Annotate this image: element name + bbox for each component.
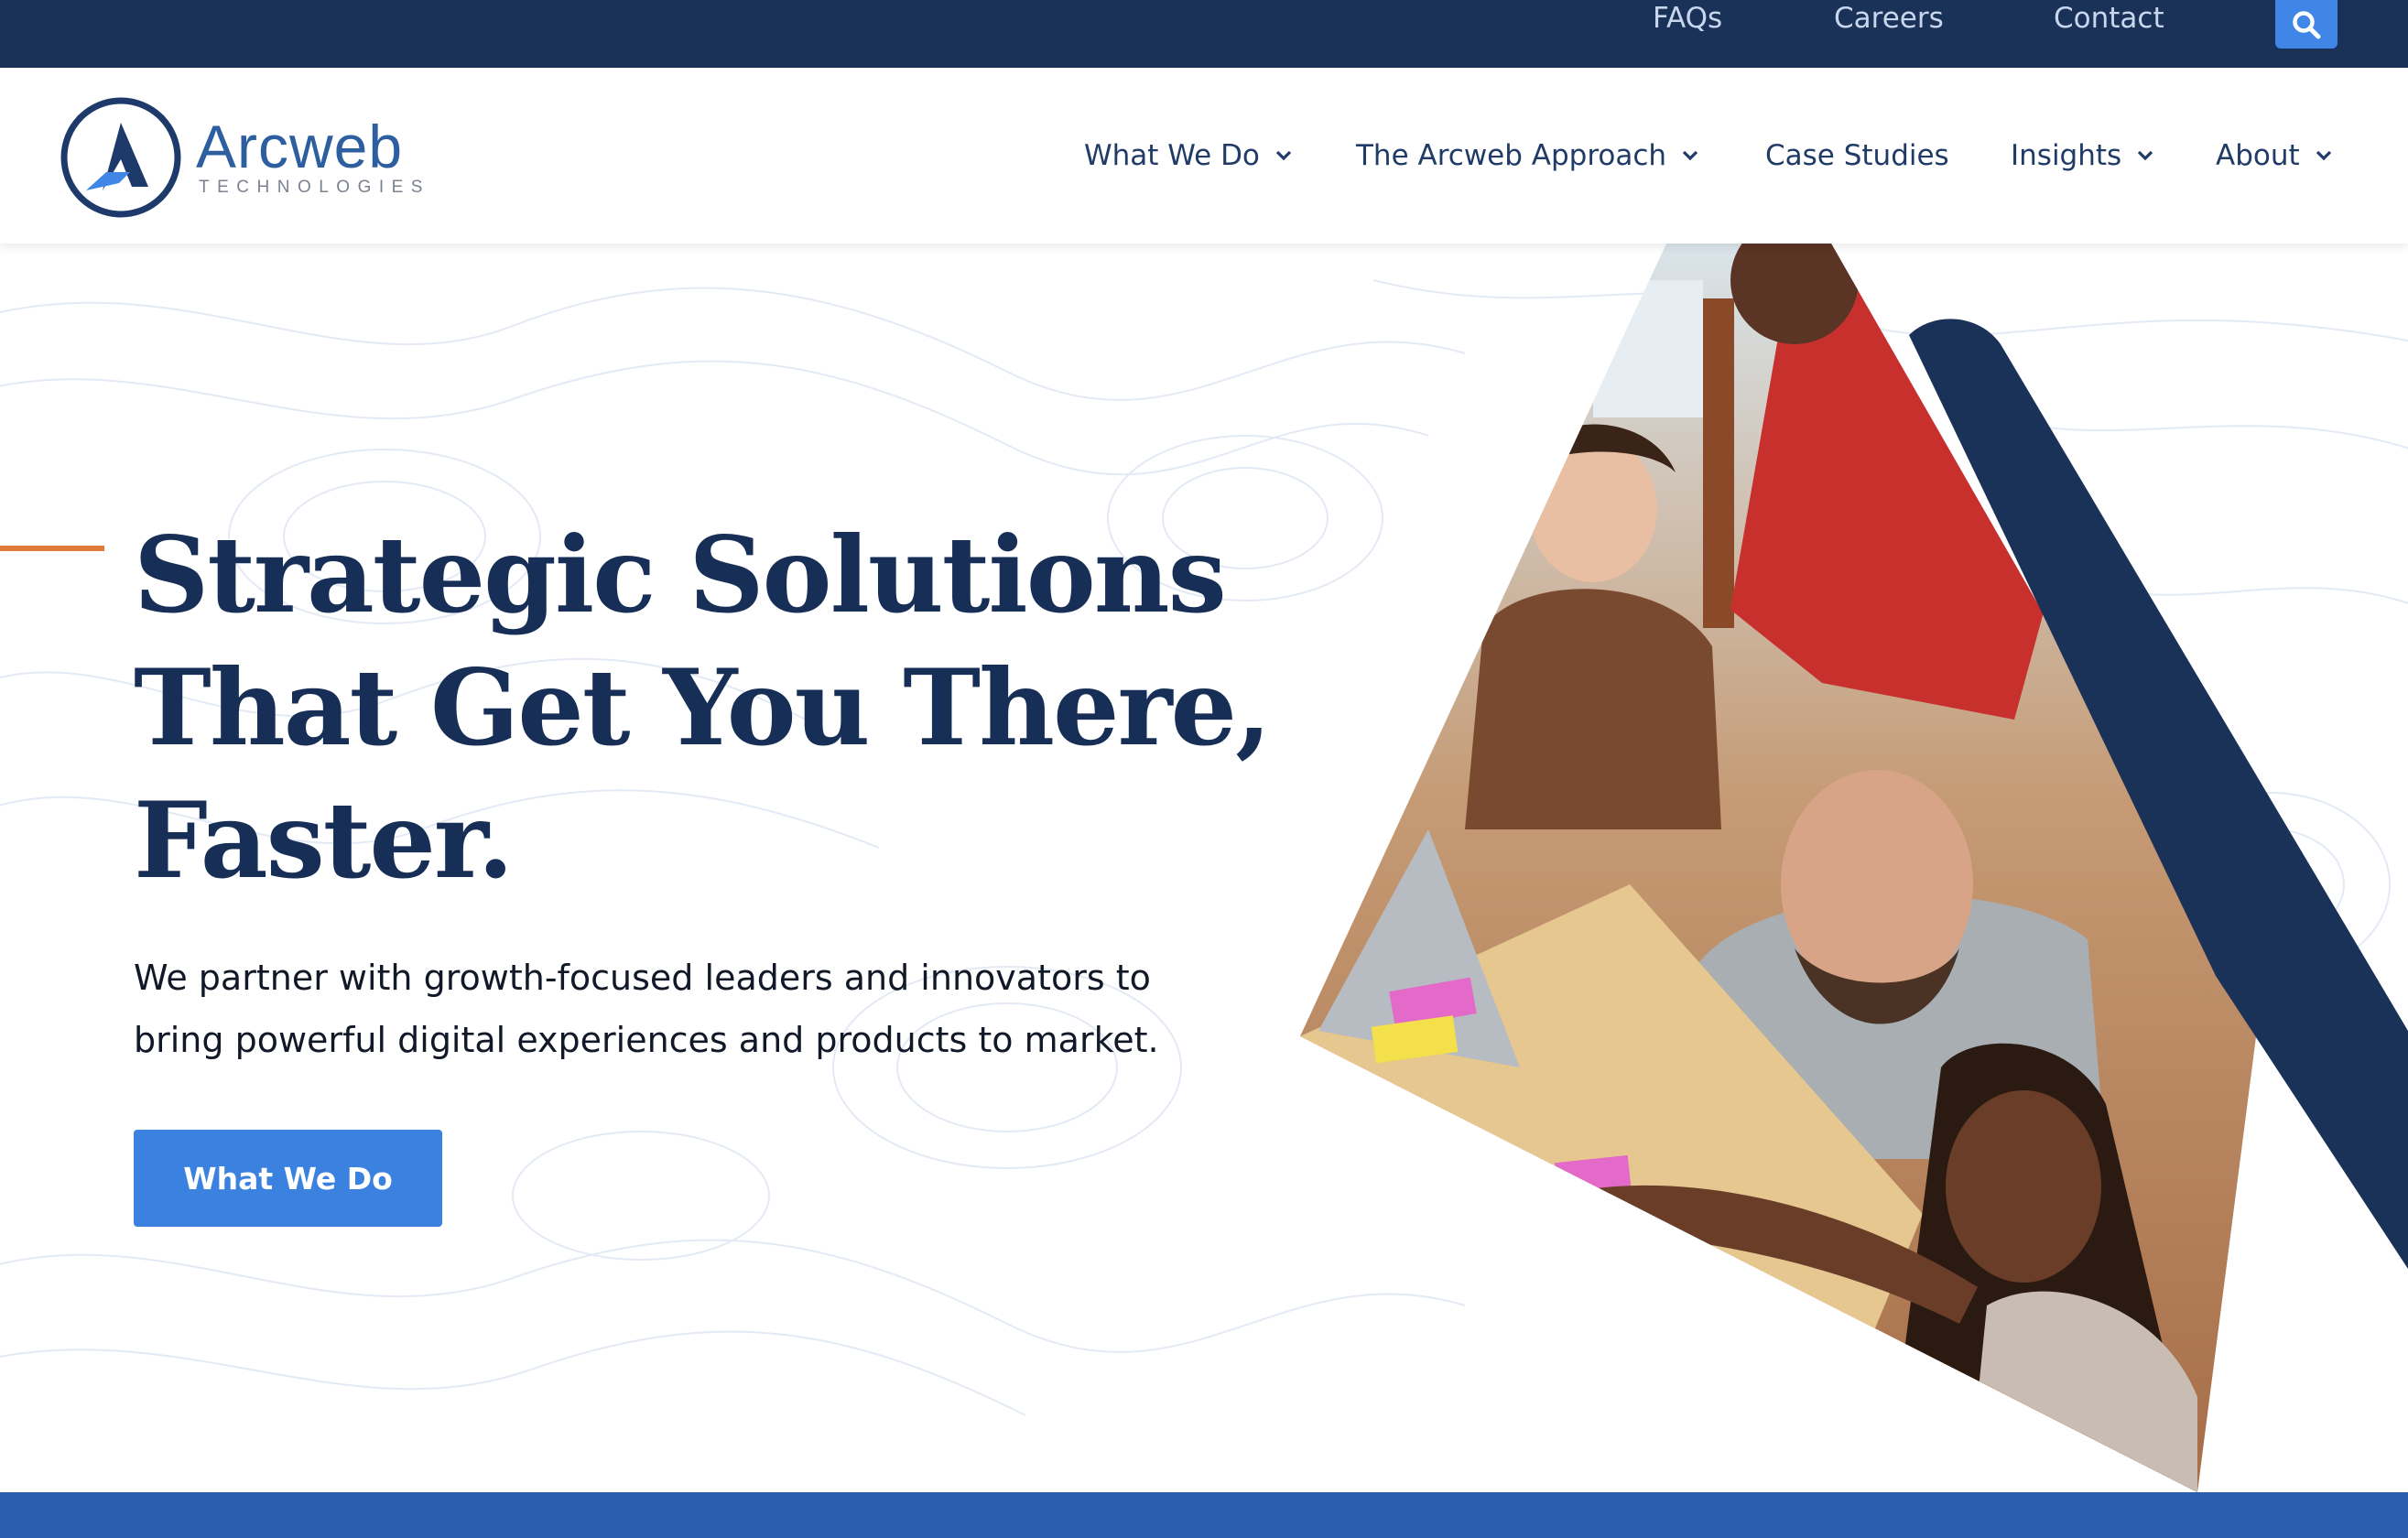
nav-label: Insights <box>2011 139 2122 172</box>
main-header: Arcweb TECHNOLOGIES What We Do The Arcwe… <box>0 68 2408 244</box>
chevron-down-icon <box>2316 150 2331 161</box>
nav-label: The Arcweb Approach <box>1356 139 1667 172</box>
nav-label: What We Do <box>1084 139 1260 172</box>
chevron-down-icon <box>1275 150 1292 161</box>
headline-line-3: Faster. <box>134 779 514 902</box>
headline-line-1: Strategic Solutions <box>134 514 1227 636</box>
what-we-do-button[interactable]: What We Do <box>134 1130 442 1227</box>
accent-line <box>0 546 104 551</box>
nav-label: About <box>2216 139 2300 172</box>
careers-link[interactable]: Careers <box>1834 0 1944 37</box>
arcweb-logo[interactable]: Arcweb TECHNOLOGIES <box>59 95 443 218</box>
bottom-section-band <box>0 1492 2408 1538</box>
search-icon <box>2293 10 2321 38</box>
logo-wordmark: Arcweb <box>196 113 404 180</box>
utility-bar: FAQs Careers Contact <box>0 0 2408 68</box>
nav-label: Case Studies <box>1765 139 1949 172</box>
hero-section: Strategic Solutions That Get You There, … <box>0 244 2408 1492</box>
subtext-line-2: bring powerful digital experiences and p… <box>134 1020 1159 1060</box>
nav-insights[interactable]: Insights <box>2011 139 2154 172</box>
faqs-link[interactable]: FAQs <box>1653 0 1722 37</box>
headline-line-2: That Get You There, <box>134 646 1272 769</box>
logo-subtitle: TECHNOLOGIES <box>199 178 430 197</box>
nav-about[interactable]: About <box>2216 139 2333 172</box>
nav-what-we-do[interactable]: What We Do <box>1084 139 1293 172</box>
arcweb-logo-mark <box>60 97 181 218</box>
search-button[interactable] <box>2275 0 2337 49</box>
nav-case-studies[interactable]: Case Studies <box>1765 139 1949 172</box>
chevron-down-icon <box>2138 150 2153 161</box>
hero-subtext: We partner with growth-focused leaders a… <box>134 947 1278 1071</box>
nav-arcweb-approach[interactable]: The Arcweb Approach <box>1356 139 1699 172</box>
hero-headline: Strategic Solutions That Get You There, … <box>134 509 1278 907</box>
contact-link[interactable]: Contact <box>2054 0 2164 37</box>
chevron-down-icon <box>1682 150 1698 161</box>
subtext-line-1: We partner with growth-focused leaders a… <box>134 958 1151 998</box>
